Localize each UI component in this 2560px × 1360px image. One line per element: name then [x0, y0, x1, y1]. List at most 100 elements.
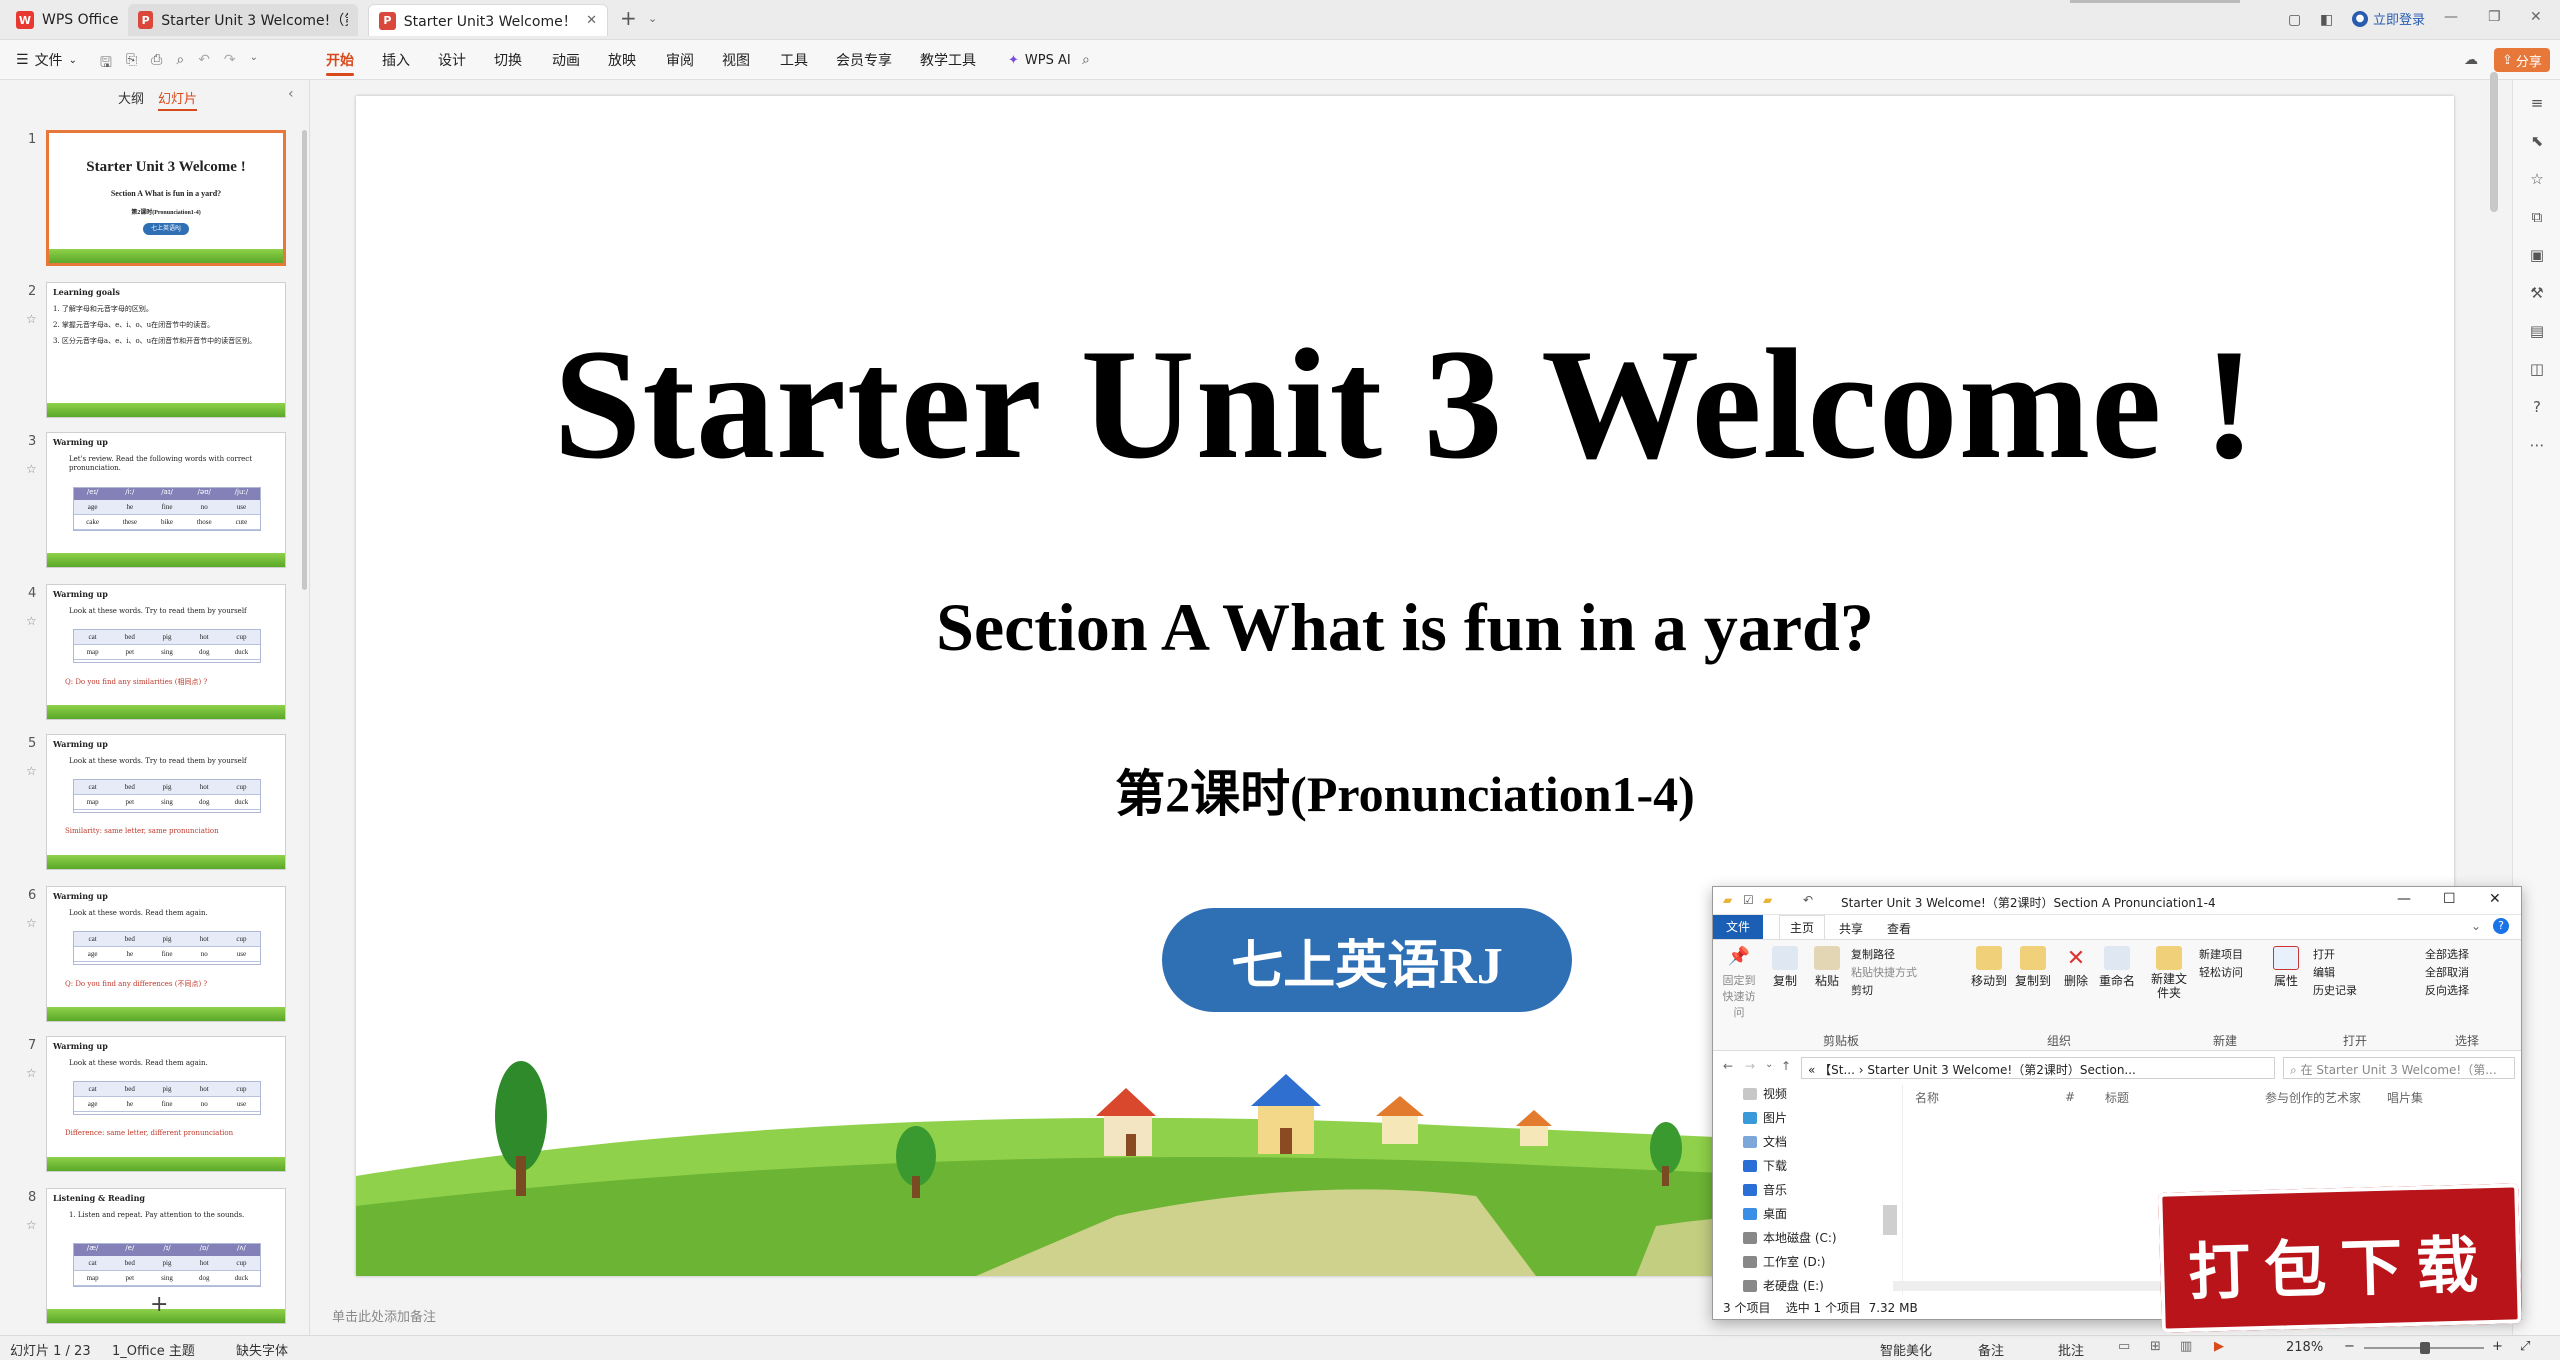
slide-lesson-label[interactable]: 第2课时(Pronunciation1-4) [356, 754, 2454, 826]
move-to-button[interactable]: 移动到 [1969, 946, 2009, 989]
reading-view-icon[interactable]: ▥ [2180, 1339, 2192, 1354]
rename-button[interactable]: 重命名 [2097, 946, 2137, 989]
slide-thumbnail[interactable]: Warming up Let's review. Read the followi… [46, 432, 286, 568]
invert-selection-button[interactable]: 反向选择 [2425, 982, 2469, 1000]
properties-button[interactable]: 属性 [2269, 946, 2303, 989]
paste-button[interactable]: 粘贴 [1809, 946, 1845, 989]
search-icon[interactable]: ⌕ [1082, 40, 1090, 80]
tab-slides[interactable]: 幻灯片 [158, 88, 198, 111]
redo-icon[interactable]: ↷ [224, 52, 236, 76]
delete-button[interactable]: ✕ 删除 [2061, 946, 2091, 989]
tab-teaching-tools[interactable]: 教学工具 [920, 40, 976, 80]
copy-button[interactable]: 复制 [1767, 946, 1803, 989]
file-menu[interactable]: ☰ 文件 ⌄ [16, 40, 77, 80]
beautify-button[interactable]: 智能美化 [1880, 1340, 1932, 1359]
tab-outline[interactable]: 大纲 [118, 88, 144, 107]
panel-scrollbar[interactable] [302, 130, 307, 590]
slide-star-icon[interactable]: ☆ [26, 1218, 37, 1232]
ribbon-tab-view[interactable]: 查看 [1887, 920, 1911, 937]
slide-thumbnail[interactable]: Warming up Look at these words. Read them… [46, 886, 286, 1022]
undo-icon[interactable]: ↶ [1803, 893, 1813, 907]
column-title[interactable]: 标题 [2105, 1089, 2265, 1106]
close-button[interactable]: ✕ [2489, 891, 2501, 907]
skin-icon[interactable]: ◧ [2320, 12, 2333, 28]
column-artist[interactable]: 参与创作的艺术家 [2265, 1089, 2387, 1106]
customize-chevron-icon[interactable]: ⌄ [250, 52, 258, 76]
ribbon-tab-file[interactable]: 文件 [1713, 915, 1763, 939]
nav-item[interactable]: 工作室 (D:) [1743, 1253, 1825, 1270]
select-all-button[interactable]: 全部选择 [2425, 946, 2469, 964]
tab-member[interactable]: 会员专享 [836, 40, 892, 80]
slide-star-icon[interactable]: ☆ [26, 916, 37, 930]
nav-item[interactable]: 文档 [1743, 1133, 1787, 1150]
ribbon-tab-home[interactable]: 主页 [1779, 915, 1826, 939]
restore-button[interactable]: ❐ [2488, 9, 2501, 25]
cut-button[interactable]: 剪切 [1851, 982, 1917, 1000]
zoom-slider-handle[interactable] [2420, 1342, 2430, 1354]
new-tab-button[interactable]: + [620, 6, 637, 30]
copy-icon[interactable]: ⧉ [2527, 208, 2547, 228]
tab-list-chevron-icon[interactable]: ⌄ [648, 12, 657, 25]
canvas-scrollbar[interactable] [2490, 72, 2498, 212]
share-button[interactable]: ⇪ 分享 [2494, 48, 2550, 72]
tab-home[interactable]: 开始 [326, 40, 354, 80]
copy-to-button[interactable]: 复制到 [2013, 946, 2053, 989]
edit-button[interactable]: 编辑 [2313, 964, 2357, 982]
help-icon[interactable]: ? [2527, 398, 2547, 418]
slide-star-icon[interactable]: ☆ [26, 1066, 37, 1080]
new-folder-icon[interactable]: ▰ [1763, 893, 1772, 907]
tab-insert[interactable]: 插入 [382, 40, 410, 80]
cloud-sync-icon[interactable]: ☁ [2464, 52, 2478, 68]
export-pdf-icon[interactable]: ⎘ [126, 52, 137, 76]
search-field[interactable]: ⌕ 在 Starter Unit 3 Welcome!（第... [2283, 1057, 2515, 1079]
nav-item[interactable]: 图片 [1743, 1109, 1787, 1126]
paste-shortcut-button[interactable]: 粘贴快捷方式 [1851, 964, 1917, 982]
mirror-icon[interactable]: ◫ [2527, 360, 2547, 380]
tab-animations[interactable]: 动画 [552, 40, 580, 80]
tab-wps-home[interactable]: W WPS Office [6, 4, 129, 36]
ribbon-collapse-icon[interactable]: ⌄ [2471, 919, 2481, 933]
tab-transitions[interactable]: 切换 [494, 40, 522, 80]
nav-item[interactable]: 视频 [1743, 1085, 1787, 1102]
wps-ai-button[interactable]: ✦ WPS AI [1008, 40, 1071, 80]
slide-thumbnail[interactable]: Starter Unit 3 Welcome ! Section A What i… [46, 130, 286, 266]
slide-star-icon[interactable]: ☆ [26, 614, 37, 628]
zoom-in-icon[interactable]: + [2492, 1339, 2503, 1354]
history-button[interactable]: 历史记录 [2313, 982, 2357, 1000]
slide-thumbnail[interactable]: Warming up Look at these words. Try to re… [46, 584, 286, 720]
close-tab-icon[interactable]: ✕ [586, 13, 597, 28]
recent-chevron-icon[interactable]: ⌄ [1765, 1059, 1773, 1070]
maximize-button[interactable]: ☐ [2443, 891, 2456, 907]
zoom-level[interactable]: 218% [2286, 1340, 2323, 1355]
easy-access-button[interactable]: 轻松访问 [2199, 964, 2243, 982]
column-name[interactable]: 名称 [1915, 1089, 2065, 1106]
nav-item[interactable]: 老硬盘 (E:) [1743, 1277, 1824, 1294]
tab-review[interactable]: 审阅 [666, 40, 694, 80]
tab-document-1[interactable]: P Starter Unit 3 Welcome!（第1课 [128, 4, 358, 36]
slide-star-icon[interactable]: ☆ [26, 312, 37, 326]
select-none-button[interactable]: 全部取消 [2425, 964, 2469, 982]
slide-star-icon[interactable]: ☆ [26, 764, 37, 778]
print-preview-icon[interactable]: ⌕ [176, 52, 184, 76]
tab-design[interactable]: 设计 [438, 40, 466, 80]
slide-sorter-icon[interactable]: ⊞ [2150, 1339, 2161, 1354]
menu-icon[interactable]: ≡ [2527, 94, 2547, 114]
star-icon[interactable]: ☆ [2527, 170, 2547, 190]
missing-font-indicator[interactable]: 缺失字体 [236, 1340, 288, 1359]
pin-quick-access-button[interactable]: 📌 固定到快速访问 [1719, 946, 1759, 1020]
login-button[interactable]: ● 立即登录 [2352, 9, 2425, 28]
notes-toggle[interactable]: 备注 [1978, 1340, 2004, 1359]
tab-slideshow[interactable]: 放映 [608, 40, 636, 80]
open-button[interactable]: 打开 [2313, 946, 2357, 964]
nav-item[interactable]: 桌面 [1743, 1205, 1787, 1222]
slide-thumbnail[interactable]: Warming up Look at these words. Try to re… [46, 734, 286, 870]
undo-icon[interactable]: ↶ [198, 52, 210, 76]
save-icon[interactable]: 🖫 [100, 52, 112, 76]
close-window-button[interactable]: ✕ [2530, 9, 2542, 25]
new-item-button[interactable]: 新建项目 [2199, 946, 2243, 964]
theme-name[interactable]: 1_Office 主题 [112, 1340, 195, 1359]
minimize-button[interactable]: — [2397, 891, 2411, 907]
minimize-button[interactable]: — [2444, 9, 2458, 25]
back-icon[interactable]: ← [1723, 1059, 1733, 1073]
nav-scrollbar[interactable] [1883, 1205, 1897, 1235]
